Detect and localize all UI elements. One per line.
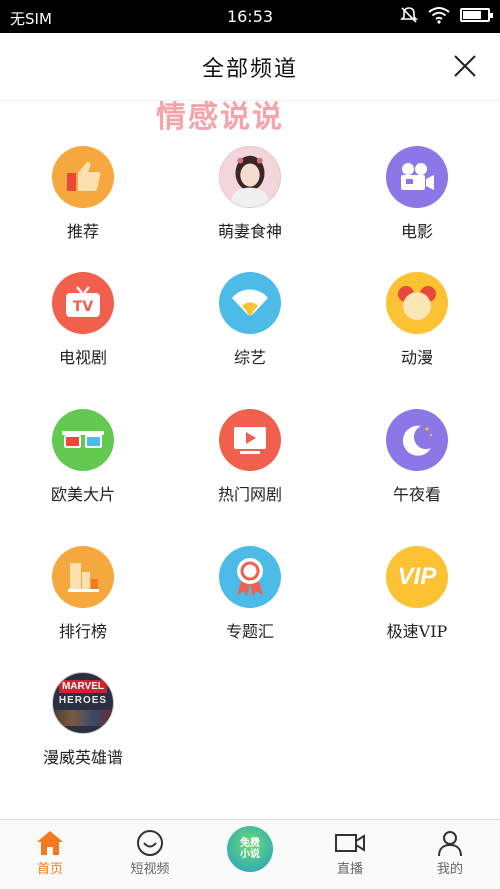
tab-free-novel[interactable]: 免费 小说 xyxy=(200,826,300,872)
vip-icon: VIP xyxy=(386,546,448,608)
cartoon-face-icon xyxy=(386,272,448,334)
fan-icon xyxy=(219,272,281,334)
status-icons xyxy=(400,6,493,24)
tv-icon: TV xyxy=(52,272,114,334)
channel-label: 漫威英雄谱 xyxy=(42,748,123,767)
channel-label: 电影 xyxy=(400,222,433,241)
channel-label: 排行榜 xyxy=(58,622,107,641)
smile-icon xyxy=(137,830,163,856)
tab-label: 我的 xyxy=(436,862,463,877)
channel-label: 动漫 xyxy=(400,348,433,367)
video-camera-icon xyxy=(335,834,365,852)
tab-me[interactable]: 我的 xyxy=(400,828,500,877)
free-novel-line1: 免费 xyxy=(240,838,260,849)
channel-label: 热门网剧 xyxy=(217,485,282,504)
tab-home[interactable]: 首页 xyxy=(0,828,100,877)
thumbs-up-icon xyxy=(52,146,114,208)
channel-vip[interactable]: VIP 极速VIP xyxy=(342,546,492,642)
watermark-text: 情感说说 xyxy=(156,100,284,135)
marvel-logo-text: MARVEL xyxy=(58,680,108,693)
channel-marvel-heroes[interactable]: MARVEL HEROES 漫威英雄谱 xyxy=(8,672,158,768)
heroes-logo-text: HEROES xyxy=(58,695,108,706)
free-novel-icon: 免费 小说 xyxy=(227,826,273,872)
battery-icon xyxy=(460,8,493,22)
channel-label: 电视剧 xyxy=(58,348,107,367)
ribbon-badge-icon xyxy=(219,546,281,608)
channel-hot-web-series[interactable]: 热门网剧 xyxy=(175,409,325,505)
channel-drama-feature[interactable]: 萌妻食神 xyxy=(175,146,325,242)
channel-variety[interactable]: 综艺 xyxy=(175,272,325,368)
bar-chart-icon xyxy=(52,546,114,608)
wifi-icon xyxy=(428,7,450,24)
tab-short-video[interactable]: 短视频 xyxy=(100,828,200,877)
home-icon xyxy=(37,831,63,855)
channel-label: 专题汇 xyxy=(225,622,274,641)
tab-label: 短视频 xyxy=(130,862,170,877)
channel-label: 综艺 xyxy=(233,348,266,367)
actress-avatar xyxy=(219,146,281,208)
play-screen-icon xyxy=(219,409,281,471)
bottom-tab-bar: 首页 短视频 免费 小说 直播 我的 xyxy=(0,819,500,889)
channel-ranking[interactable]: 排行榜 xyxy=(8,546,158,642)
channel-label: 欧美大片 xyxy=(50,485,115,504)
channel-label: 午夜看 xyxy=(392,485,441,504)
moon-icon xyxy=(386,409,448,471)
svg-text:TV: TV xyxy=(73,299,94,315)
status-bar: 无SIM 16:53 xyxy=(0,0,500,33)
tab-label: 直播 xyxy=(336,862,363,877)
vip-badge-text: VIP xyxy=(397,563,437,590)
free-novel-line2: 小说 xyxy=(240,849,260,860)
channel-label: 萌妻食神 xyxy=(217,222,282,241)
mute-icon xyxy=(400,7,418,23)
channel-anime[interactable]: 动漫 xyxy=(342,272,492,368)
channel-western-films[interactable]: 欧美大片 xyxy=(8,409,158,505)
3d-glasses-icon xyxy=(52,409,114,471)
close-icon[interactable] xyxy=(452,53,478,79)
channel-tv-series[interactable]: TV 电视剧 xyxy=(8,272,158,368)
page-title: 全部频道 xyxy=(201,57,298,82)
channel-midnight[interactable]: 午夜看 xyxy=(342,409,492,505)
channel-movie[interactable]: 电影 xyxy=(342,146,492,242)
channel-label: 极速VIP xyxy=(386,622,448,641)
marvel-heroes-icon: MARVEL HEROES xyxy=(52,672,114,734)
tab-label: 首页 xyxy=(36,862,63,877)
channel-recommend[interactable]: 推荐 xyxy=(8,146,158,242)
channel-label: 推荐 xyxy=(66,222,99,241)
user-icon xyxy=(438,831,462,857)
channel-topics[interactable]: 专题汇 xyxy=(175,546,325,642)
movie-camera-icon xyxy=(386,146,448,208)
header: 全部频道 xyxy=(0,33,500,101)
tab-live[interactable]: 直播 xyxy=(300,828,400,877)
